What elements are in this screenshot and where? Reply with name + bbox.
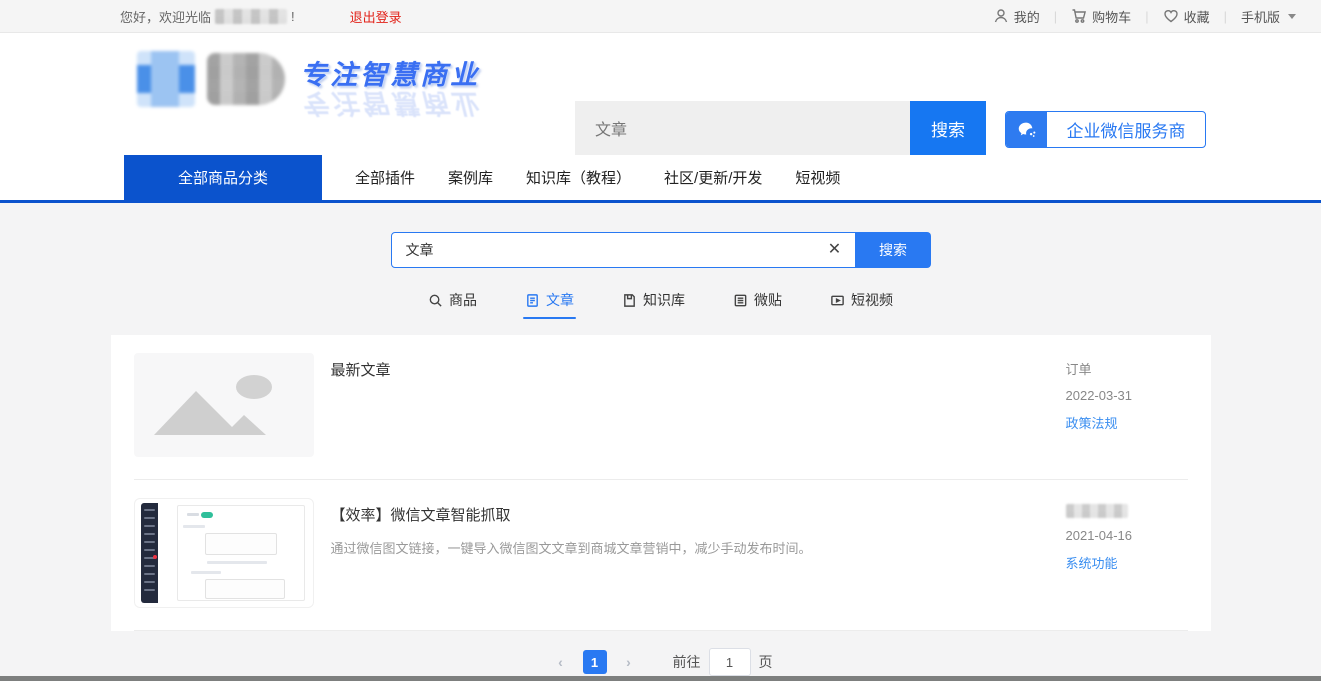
- result-meta: 订单 2022-03-31 政策法规: [1066, 353, 1188, 457]
- separator: |: [1145, 9, 1148, 24]
- wechat-work-icon: [1006, 111, 1047, 148]
- header: 专注智慧商业 专注智慧商业 搜索 企业微信服务商: [0, 33, 1321, 155]
- topbar: 您好，欢迎光临 ! 退出登录 我的 | 购物车 |: [0, 0, 1321, 33]
- article-icon: [525, 293, 540, 308]
- result-meta-top: 订单: [1066, 359, 1188, 378]
- nav-item-case-library[interactable]: 案例库: [433, 155, 508, 200]
- mobile-version-menu[interactable]: 手机版: [1241, 7, 1296, 26]
- tab-articles[interactable]: 文章: [525, 290, 574, 319]
- pagination: ‹ 1 › 前往 页: [0, 648, 1321, 676]
- content-area: ✕ 搜索 商品 文章 知识库 微贴: [0, 203, 1321, 676]
- tab-posts[interactable]: 微贴: [733, 290, 782, 319]
- tab-posts-label: 微贴: [754, 290, 782, 310]
- search-input[interactable]: [392, 233, 855, 267]
- slogan-reflection: 专注智慧商业: [300, 86, 490, 125]
- heart-icon: [1163, 8, 1179, 24]
- filter-tabs: 商品 文章 知识库 微贴 短视频: [0, 290, 1321, 319]
- greeting-text: 您好，欢迎光临 !: [120, 7, 295, 26]
- screenshot-content: [163, 503, 307, 603]
- tab-knowledge[interactable]: 知识库: [622, 290, 685, 319]
- result-description: 通过微信图文链接，一键导入微信图文文章到商城文章营销中，减少手动发布时间。: [331, 539, 1046, 559]
- tab-articles-label: 文章: [546, 290, 574, 310]
- mobile-version-label: 手机版: [1241, 7, 1280, 26]
- header-search-input[interactable]: [575, 101, 910, 155]
- tab-products[interactable]: 商品: [428, 290, 477, 319]
- cart-label: 购物车: [1092, 7, 1131, 26]
- page-number-current[interactable]: 1: [583, 650, 607, 674]
- favorites-label: 收藏: [1184, 7, 1210, 26]
- results-list: 最新文章 订单 2022-03-31 政策法规: [111, 335, 1211, 631]
- header-search-button[interactable]: 搜索: [910, 101, 986, 155]
- header-search: 搜索: [575, 101, 986, 155]
- separator: |: [1054, 9, 1057, 24]
- logout-link[interactable]: 退出登录: [350, 7, 402, 26]
- goto-label: 前往: [673, 652, 701, 672]
- prev-page-button[interactable]: ‹: [549, 650, 573, 674]
- knowledge-icon: [622, 293, 637, 308]
- result-meta: 2021-04-16 系统功能: [1066, 498, 1188, 608]
- result-item: 【效率】微信文章智能抓取 通过微信图文链接，一键导入微信图文文章到商城文章营销中…: [134, 480, 1188, 631]
- my-account-label: 我的: [1014, 7, 1040, 26]
- video-icon: [830, 293, 845, 308]
- result-body: 【效率】微信文章智能抓取 通过微信图文链接，一键导入微信图文文章到商城文章营销中…: [314, 498, 1066, 608]
- search-section: ✕ 搜索: [0, 232, 1321, 268]
- topbar-right: 我的 | 购物车 | 收藏 | 手机版: [993, 7, 1296, 26]
- logo-text-blurred: [207, 53, 285, 105]
- goto-unit-label: 页: [759, 652, 773, 672]
- result-category-link[interactable]: 政策法规: [1066, 413, 1188, 432]
- search-input-wrap: ✕: [391, 232, 856, 268]
- result-title[interactable]: 【效率】微信文章智能抓取: [331, 504, 1046, 525]
- nav-item-community[interactable]: 社区/更新/开发: [649, 155, 777, 200]
- username-blurred: [215, 9, 287, 24]
- next-page-button[interactable]: ›: [617, 650, 641, 674]
- result-title[interactable]: 最新文章: [331, 359, 1046, 380]
- result-item: 最新文章 订单 2022-03-31 政策法规: [134, 335, 1188, 480]
- nav-item-all-categories[interactable]: 全部商品分类: [124, 155, 322, 200]
- footer-edge: [0, 676, 1321, 681]
- cart-link[interactable]: 购物车: [1071, 7, 1131, 26]
- site-logo[interactable]: [137, 51, 285, 107]
- result-date: 2021-04-16: [1066, 528, 1188, 543]
- result-author-blurred: [1066, 504, 1128, 518]
- nav-item-all-plugins[interactable]: 全部插件: [340, 155, 430, 200]
- search-icon: [428, 293, 443, 308]
- chevron-down-icon: [1288, 14, 1296, 19]
- page: 您好，欢迎光临 ! 退出登录 我的 | 购物车 |: [0, 0, 1321, 681]
- result-date: 2022-03-31: [1066, 388, 1188, 403]
- separator: |: [1224, 9, 1227, 24]
- post-icon: [733, 293, 748, 308]
- cart-icon: [1071, 8, 1087, 24]
- result-category-link[interactable]: 系统功能: [1066, 553, 1188, 572]
- search-button[interactable]: 搜索: [856, 232, 931, 268]
- image-placeholder-icon: [134, 353, 314, 457]
- logo-mark-blurred: [137, 51, 195, 107]
- my-account-link[interactable]: 我的: [993, 7, 1040, 26]
- result-thumbnail-screenshot[interactable]: [134, 498, 314, 608]
- greeting-suffix: !: [291, 9, 295, 24]
- favorites-link[interactable]: 收藏: [1163, 7, 1210, 26]
- tab-short-video[interactable]: 短视频: [830, 290, 893, 319]
- screenshot-sidebar: [141, 503, 158, 603]
- tab-short-video-label: 短视频: [851, 290, 893, 310]
- slogan: 专注智慧商业 专注智慧商业: [300, 53, 490, 125]
- greeting-prefix: 您好，欢迎光临: [120, 7, 211, 26]
- goto-page-input[interactable]: [709, 648, 751, 676]
- clear-search-icon[interactable]: ✕: [825, 240, 845, 260]
- goto-page: 前往 页: [673, 648, 773, 676]
- main-nav: 全部商品分类 全部插件 案例库 知识库（教程） 社区/更新/开发 短视频: [0, 155, 1321, 203]
- wecom-service-label: 企业微信服务商: [1047, 117, 1205, 142]
- tab-knowledge-label: 知识库: [643, 290, 685, 310]
- user-icon: [993, 8, 1009, 24]
- result-thumbnail-placeholder[interactable]: [134, 353, 314, 457]
- result-body: 最新文章: [314, 353, 1066, 457]
- tab-products-label: 商品: [449, 290, 477, 310]
- nav-item-knowledge-base[interactable]: 知识库（教程）: [511, 155, 646, 200]
- wecom-service-button[interactable]: 企业微信服务商: [1005, 111, 1206, 148]
- nav-item-short-video[interactable]: 短视频: [780, 155, 855, 200]
